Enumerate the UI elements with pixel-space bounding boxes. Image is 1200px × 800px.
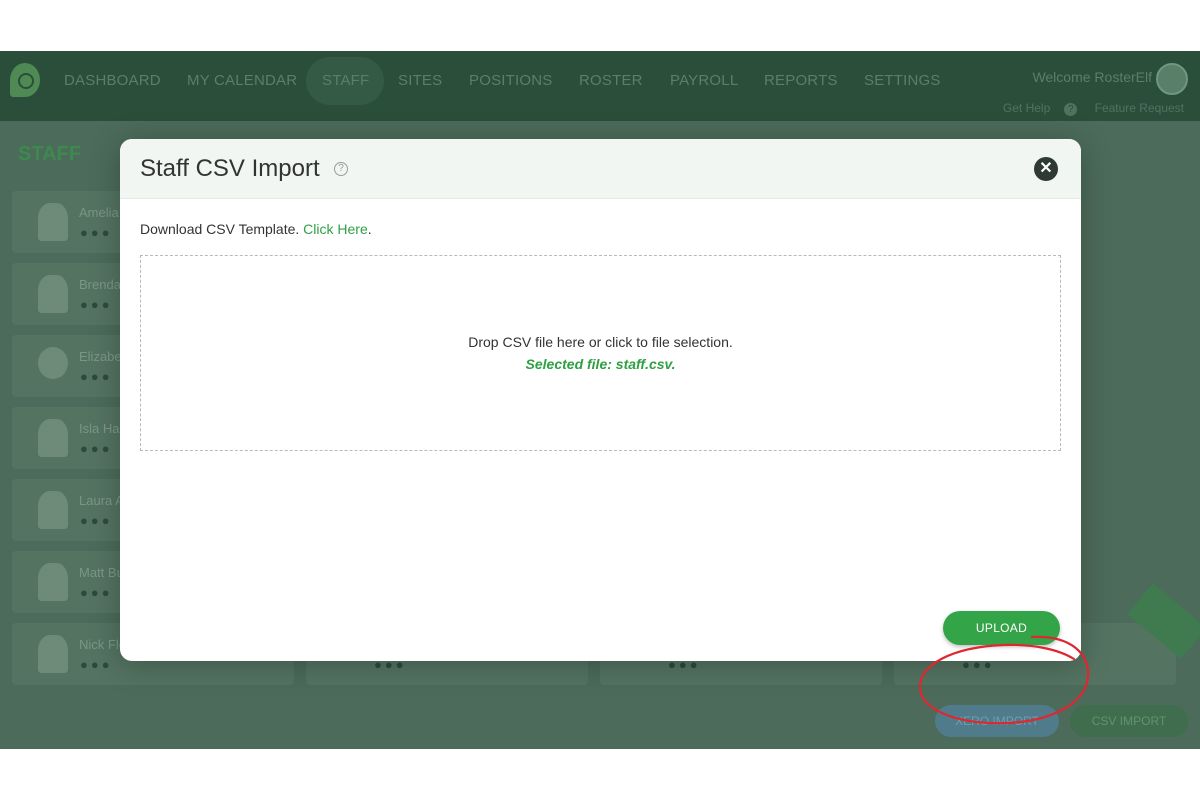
get-help-label: Get Help xyxy=(1002,101,1051,115)
xero-import-button[interactable]: XERO IMPORT xyxy=(935,705,1059,737)
staff-status-icons: ●●● xyxy=(80,225,113,240)
staff-name: Nick Fle xyxy=(79,637,126,652)
nav-staff[interactable]: STAFF xyxy=(322,69,369,93)
feature-request-link[interactable]: Feature Request xyxy=(1095,101,1184,115)
avatar xyxy=(38,347,68,379)
app-window: DASHBOARD MY CALENDAR STAFF SITES POSITI… xyxy=(0,51,1200,749)
dropzone-instruction: Drop CSV file here or click to file sele… xyxy=(468,334,733,350)
staff-status-icons: ●●● xyxy=(80,657,113,672)
nav-settings[interactable]: SETTINGS xyxy=(864,69,941,93)
csv-import-button[interactable]: CSV IMPORT xyxy=(1070,705,1188,737)
nav-roster[interactable]: ROSTER xyxy=(579,69,643,93)
get-help-link[interactable]: Get Help? xyxy=(989,101,1078,116)
welcome-text: Welcome RosterElf xyxy=(1032,69,1152,85)
nav-dashboard[interactable]: DASHBOARD xyxy=(64,69,161,93)
top-nav: DASHBOARD MY CALENDAR STAFF SITES POSITI… xyxy=(0,51,1200,121)
avatar xyxy=(38,203,68,241)
download-suffix: . xyxy=(367,221,372,237)
staff-status-icons: ●●● xyxy=(80,441,113,456)
nav-payroll[interactable]: PAYROLL xyxy=(670,69,738,93)
staff-status-icons: ●●● xyxy=(80,369,113,384)
avatar xyxy=(38,563,68,601)
logo-icon xyxy=(10,63,40,97)
avatar xyxy=(38,491,68,529)
staff-name: Laura A xyxy=(79,493,124,508)
close-icon[interactable]: ✕ xyxy=(1034,157,1058,181)
nav-sites[interactable]: SITES xyxy=(398,69,442,93)
staff-status-icons: ●●● xyxy=(80,585,113,600)
staff-name: Amelia xyxy=(79,205,119,220)
help-row: Get Help? Feature Request xyxy=(975,101,1184,116)
avatar xyxy=(38,635,68,673)
file-dropzone[interactable]: Drop CSV file here or click to file sele… xyxy=(140,255,1061,451)
question-icon: ? xyxy=(1064,103,1078,116)
page-title: STAFF xyxy=(18,143,81,165)
help-icon[interactable]: ? xyxy=(334,162,348,176)
nav-my-calendar[interactable]: MY CALENDAR xyxy=(187,69,297,93)
user-avatar[interactable] xyxy=(1156,63,1188,95)
modal-header: Staff CSV Import ? ✕ xyxy=(120,139,1081,199)
download-template-link[interactable]: Click Here xyxy=(303,221,368,237)
download-prefix: Download CSV Template. xyxy=(140,221,304,237)
avatar xyxy=(38,419,68,457)
staff-name: Matt Bu xyxy=(79,565,124,580)
nav-reports[interactable]: REPORTS xyxy=(764,69,838,93)
csv-import-modal: Staff CSV Import ? ✕ Download CSV Templa… xyxy=(120,139,1081,661)
nav-positions[interactable]: POSITIONS xyxy=(469,69,552,93)
avatar xyxy=(38,275,68,313)
download-template-line: Download CSV Template. Click Here. xyxy=(140,221,372,237)
upload-button[interactable]: UPLOAD xyxy=(943,611,1060,645)
staff-status-icons: ●●● xyxy=(80,513,113,528)
staff-status-icons: ●●● xyxy=(80,297,113,312)
selected-file-label: Selected file: staff.csv. xyxy=(525,356,676,372)
modal-title: Staff CSV Import xyxy=(140,155,320,182)
